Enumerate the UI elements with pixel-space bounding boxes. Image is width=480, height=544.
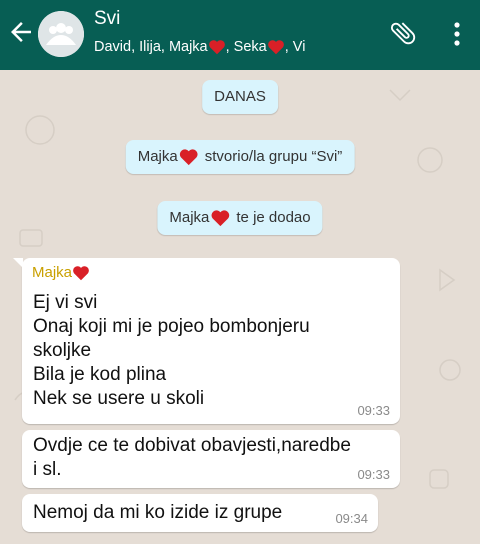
- message-line: Ovdje ce te dobivat obavjesti,naredbe: [33, 435, 351, 456]
- system-text: stvorio/la grupu “Svi”: [204, 148, 343, 165]
- message-text: Nemoj da mi ko izide iz grupe: [33, 501, 282, 525]
- message-line: Nemoj da mi ko izide iz grupe: [33, 502, 283, 523]
- attachment-icon[interactable]: [388, 18, 418, 48]
- sender-label: Majka: [32, 264, 73, 281]
- back-arrow-icon[interactable]: [6, 17, 36, 47]
- system-name: Majka: [169, 209, 210, 226]
- member-list-part: , Vi: [284, 39, 306, 55]
- message-text: Ej vi svi Onaj koji mi je pojeo bombonje…: [33, 291, 310, 411]
- group-avatar[interactable]: [38, 11, 84, 57]
- heart-icon: [267, 40, 284, 55]
- message-line: skoljke: [33, 340, 92, 361]
- heart-icon: [208, 40, 225, 55]
- date-label: DANAS: [214, 88, 266, 105]
- message-text: Ovdje ce te dobivat obavjesti,naredbe i …: [33, 434, 351, 482]
- message-time: 09:34: [335, 511, 368, 526]
- message-bubble[interactable]: Ovdje ce te dobivat obavjesti,naredbe i …: [22, 430, 400, 488]
- group-avatar-icon: [38, 11, 84, 57]
- system-message: Majka stvorio/la grupu “Svi”: [125, 140, 355, 174]
- sender-name[interactable]: Majka: [32, 264, 90, 281]
- system-message: Majka te je dodao: [157, 201, 323, 235]
- group-members[interactable]: David, Ilija, Majka , Seka , Vi: [94, 39, 305, 55]
- system-name: Majka: [137, 148, 178, 165]
- system-text: te je dodao: [236, 209, 311, 226]
- heart-icon: [73, 265, 89, 280]
- message-line: i sl.: [33, 459, 62, 480]
- message-line: Bila je kod plina: [33, 364, 167, 385]
- message-line: Onaj koji mi je pojeo bombonjeru: [33, 316, 310, 337]
- more-vert-icon[interactable]: [452, 19, 462, 49]
- message-time: 09:33: [357, 467, 390, 482]
- bubble-tail: [13, 258, 23, 268]
- heart-icon: [179, 149, 198, 166]
- message-line: Nek se usere u skoli: [33, 388, 205, 409]
- member-list-part: David, Ilija, Majka: [94, 39, 208, 55]
- chat-header: Svi David, Ilija, Majka , Seka , Vi: [0, 0, 480, 70]
- chat-title[interactable]: Svi: [94, 8, 120, 30]
- message-bubble[interactable]: Nemoj da mi ko izide iz grupe 09:34: [22, 494, 378, 532]
- message-line: Ej vi svi: [33, 292, 98, 313]
- message-bubble[interactable]: Majka Ej vi svi Onaj koji mi je pojeo bo…: [13, 258, 400, 424]
- date-divider: DANAS: [202, 80, 278, 114]
- member-list-part: , Seka: [225, 39, 267, 55]
- heart-icon: [211, 210, 230, 227]
- message-time: 09:33: [357, 403, 390, 418]
